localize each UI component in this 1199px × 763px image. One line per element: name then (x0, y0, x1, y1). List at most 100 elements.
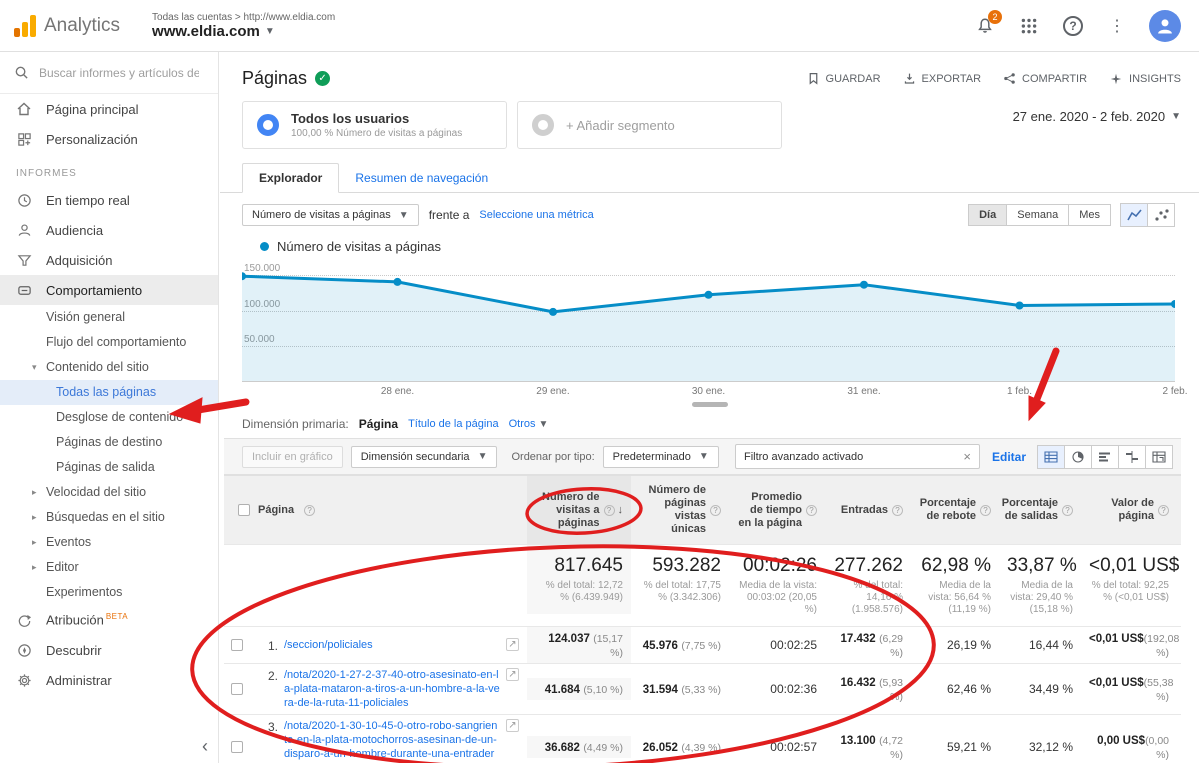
sidebar-item-experiments[interactable]: Experimentos (0, 580, 218, 605)
advanced-filter-chip[interactable]: Filtro avanzado activado × (735, 444, 980, 469)
chart-plot (242, 264, 1175, 382)
search-icon (14, 65, 29, 80)
granularity-week-button[interactable]: Semana (1006, 204, 1069, 226)
sidebar-collapse-button[interactable]: ‹ (202, 736, 208, 757)
sidebar-item-publisher[interactable]: ▸Editor (0, 555, 218, 580)
search-input[interactable] (39, 66, 199, 80)
view-table-button[interactable] (1037, 445, 1065, 469)
edit-filter-link[interactable]: Editar (992, 450, 1026, 464)
chart-pan-handle[interactable] (692, 402, 728, 407)
add-segment-button[interactable]: + Añadir segmento (517, 101, 782, 149)
column-header-page[interactable]: Página? (250, 476, 527, 544)
secondary-dimension-dropdown[interactable]: Dimensión secundaria ▼ (351, 446, 498, 468)
sidebar-item-behavior-overview[interactable]: Visión general (0, 305, 218, 330)
external-link-icon[interactable]: ↗ (506, 638, 519, 651)
analytics-brand[interactable]: Analytics (0, 15, 138, 37)
column-header-avg-time[interactable]: Promedio de tiempo en la página? (729, 476, 825, 544)
plot-rows-button[interactable]: Incluir en gráfico (242, 446, 343, 468)
sidebar-item-home[interactable]: Página principal (0, 94, 218, 124)
overflow-menu-button[interactable]: ⋮ (1105, 14, 1129, 38)
sidebar-item-exit-pages[interactable]: Páginas de salida (0, 455, 218, 480)
column-header-exit-rate[interactable]: Porcentaje de salidas? (999, 476, 1081, 544)
sidebar-item-realtime[interactable]: En tiempo real (0, 185, 218, 215)
sidebar-item-content-drilldown[interactable]: Desglose de contenido (0, 405, 218, 430)
dimension-page-title[interactable]: Título de la página (408, 418, 499, 430)
pie-chart-icon (1071, 451, 1085, 463)
export-button[interactable]: EXPORTAR (903, 72, 982, 85)
column-header-pageviews[interactable]: Número de visitas a páginas?↓ (527, 476, 631, 544)
sidebar-item-discover[interactable]: Descubrir (0, 635, 218, 665)
select-metric-link[interactable]: Seleccione una métrica (479, 209, 593, 221)
table-row: 2./nota/2020-1-27-2-37-40-otro-asesinato… (224, 664, 1181, 715)
row-checkbox[interactable] (231, 683, 243, 695)
dimension-others[interactable]: Otros ▼ (509, 418, 549, 430)
share-label: COMPARTIR (1022, 73, 1087, 85)
column-header-entrances[interactable]: Entradas? (825, 476, 911, 544)
sidebar-item-behavior-flow[interactable]: Flujo del comportamiento (0, 330, 218, 355)
sidebar-item-site-speed[interactable]: ▸Velocidad del sitio (0, 480, 218, 505)
apps-grid-button[interactable] (1017, 14, 1041, 38)
line-chart-mode-button[interactable] (1120, 203, 1148, 227)
sidebar-item-label: Administrar (46, 673, 112, 688)
sidebar-item-behavior[interactable]: Comportamiento (0, 275, 218, 305)
save-button[interactable]: GUARDAR (807, 72, 881, 85)
tab-explorer[interactable]: Explorador (242, 163, 339, 193)
tab-navigation-summary[interactable]: Resumen de navegación (339, 164, 504, 192)
cell-time: 00:02:25 (770, 638, 817, 652)
row-checkbox[interactable] (231, 741, 243, 753)
view-performance-button[interactable] (1091, 445, 1119, 469)
help-icon: ? (980, 505, 991, 516)
sidebar-item-audience[interactable]: Audiencia (0, 215, 218, 245)
share-button[interactable]: COMPARTIR (1003, 72, 1087, 85)
cell-views: 41.684 (545, 684, 580, 696)
sidebar-item-events[interactable]: ▸Eventos (0, 530, 218, 555)
sidebar-item-acquisition[interactable]: Adquisición (0, 245, 218, 275)
avatar[interactable] (1149, 10, 1181, 42)
granularity-month-button[interactable]: Mes (1068, 204, 1111, 226)
granularity-day-button[interactable]: Día (968, 204, 1007, 226)
sidebar-item-customization[interactable]: Personalización (0, 124, 218, 154)
cell-unique-pct: (4,39 %) (681, 742, 721, 754)
metric-select-dropdown[interactable]: Número de visitas a páginas ▼ (242, 204, 419, 226)
property-selector[interactable]: www.eldia.com ▼ (152, 23, 335, 40)
beta-badge: BETA (106, 612, 128, 621)
external-link-icon[interactable]: ↗ (506, 719, 519, 732)
select-all-checkbox[interactable] (238, 504, 250, 516)
motion-chart-mode-button[interactable] (1147, 203, 1175, 227)
sidebar-item-landing-pages[interactable]: Páginas de destino (0, 430, 218, 455)
pageviews-line-chart[interactable]: 150.000100.00050.000 (242, 264, 1175, 382)
row-checkbox[interactable] (231, 639, 243, 651)
sidebar-search[interactable] (0, 52, 218, 94)
total-unique-sub: % del total: 17,75 % (3.342.306) (639, 580, 721, 604)
breadcrumb[interactable]: Todas las cuentas > http://www.eldia.com (152, 12, 335, 23)
column-header-unique-pageviews[interactable]: Número de páginas vistas únicas? (631, 476, 729, 544)
external-link-icon[interactable]: ↗ (506, 668, 519, 681)
dimension-page[interactable]: Página (359, 417, 398, 431)
sort-type-dropdown[interactable]: Predeterminado ▼ (603, 446, 719, 468)
sidebar-item-admin[interactable]: Administrar (0, 665, 218, 695)
column-header-bounce-rate[interactable]: Porcentaje de rebote? (911, 476, 999, 544)
help-button[interactable]: ? (1061, 14, 1085, 38)
bar-chart-icon (1098, 451, 1112, 463)
sidebar-item-label: Todas las páginas (56, 385, 156, 399)
date-range-selector[interactable]: 27 ene. 2020 - 2 feb. 2020 ▼ (1013, 101, 1181, 124)
sidebar-item-site-content[interactable]: ▾Contenido del sitio (0, 355, 218, 380)
page-link[interactable]: /nota/2020-1-30-10-45-0-otro-robo-sangri… (284, 719, 500, 763)
view-pivot-button[interactable] (1145, 445, 1173, 469)
page-link[interactable]: /seccion/policiales (284, 638, 373, 652)
page-link[interactable]: /nota/2020-1-27-2-37-40-otro-asesinato-e… (284, 668, 500, 710)
sidebar-item-label: Flujo del comportamiento (46, 335, 186, 349)
insights-button[interactable]: INSIGHTS (1109, 72, 1181, 86)
sidebar-item-site-search[interactable]: ▸Búsquedas en el sitio (0, 505, 218, 530)
view-percentage-button[interactable] (1064, 445, 1092, 469)
view-comparison-button[interactable] (1118, 445, 1146, 469)
notifications-button[interactable]: 2 (973, 14, 997, 38)
sidebar-item-attribution[interactable]: AtribuciónBETA (0, 605, 218, 635)
column-header-page-value[interactable]: Valor de página? (1081, 476, 1181, 544)
table-row: 3./nota/2020-1-30-10-45-0-otro-robo-sang… (224, 715, 1181, 763)
secondary-dimension-label: Dimensión secundaria (361, 451, 470, 463)
segment-all-users[interactable]: Todos los usuarios 100,00 % Número de vi… (242, 101, 507, 149)
app-name: Analytics (44, 15, 120, 37)
sidebar-item-all-pages[interactable]: Todas las páginas (0, 380, 218, 405)
close-icon[interactable]: × (963, 449, 971, 464)
